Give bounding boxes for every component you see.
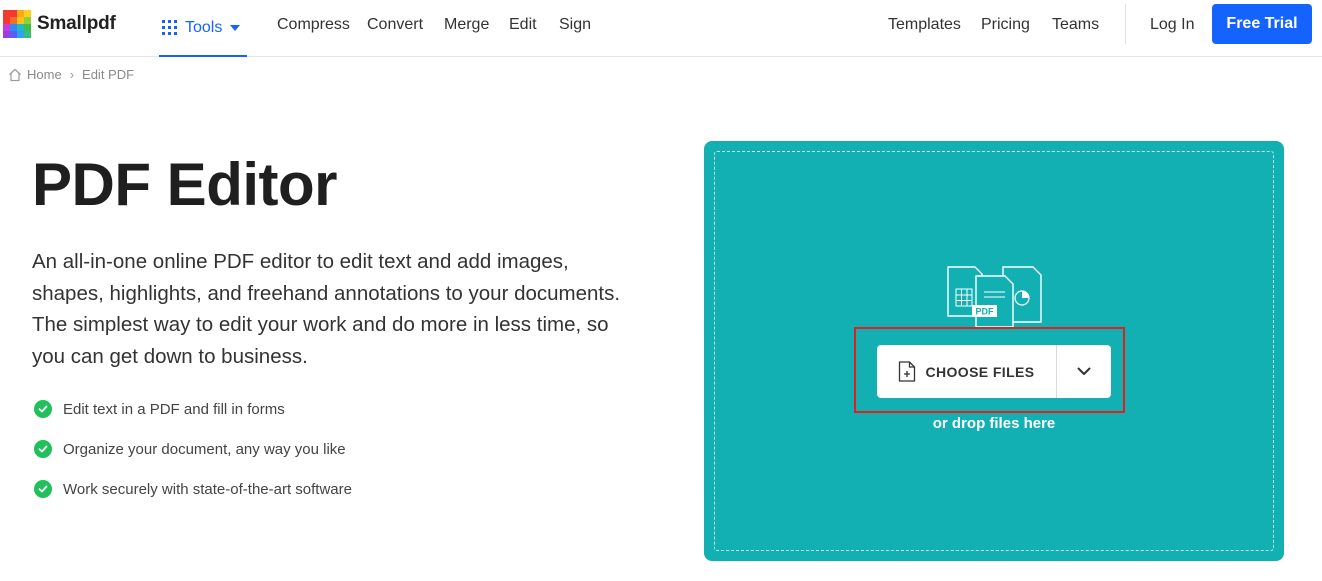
nav-edit[interactable]: Edit: [509, 16, 537, 34]
feature-item: Work securely with state-of-the-art soft…: [34, 479, 352, 499]
choose-files-control: CHOOSE FILES: [877, 345, 1111, 398]
caret-down-icon: [230, 24, 241, 31]
nav-compress[interactable]: Compress: [277, 16, 350, 34]
breadcrumb-home[interactable]: Home: [27, 67, 62, 82]
grid-icon: [162, 20, 177, 35]
smallpdf-logo[interactable]: Smallpdf: [3, 10, 116, 38]
home-icon: [9, 68, 21, 81]
drop-files-hint: or drop files here: [932, 415, 1056, 432]
check-circle-icon: [34, 480, 52, 498]
page-title: PDF Editor: [32, 151, 338, 218]
nav-teams[interactable]: Teams: [1052, 16, 1099, 34]
choose-files-label: CHOOSE FILES: [925, 363, 1035, 380]
file-plus-icon: [899, 361, 916, 382]
breadcrumb-current[interactable]: Edit PDF: [82, 67, 134, 82]
nav-merge[interactable]: Merge: [444, 16, 489, 34]
feature-text: Edit text in a PDF and fill in forms: [63, 400, 285, 418]
page-description: An all-in-one online PDF editor to edit …: [32, 250, 621, 368]
tools-label: Tools: [185, 18, 223, 36]
tools-menu-button[interactable]: Tools: [159, 0, 247, 57]
feature-item: Organize your document, any way you like: [34, 439, 352, 459]
free-trial-button[interactable]: Free Trial: [1212, 4, 1312, 44]
logo-text: Smallpdf: [37, 13, 116, 34]
check-circle-icon: [34, 440, 52, 458]
feature-item: Edit text in a PDF and fill in forms: [34, 399, 352, 419]
breadcrumb-separator: ›: [69, 67, 75, 82]
files-illustration-icon: PDF: [947, 266, 1042, 328]
choose-files-dropdown[interactable]: [1057, 345, 1111, 398]
nav-pricing[interactable]: Pricing: [981, 16, 1030, 34]
feature-list: Edit text in a PDF and fill in forms Org…: [34, 399, 352, 519]
nav-convert[interactable]: Convert: [367, 16, 423, 34]
login-link[interactable]: Log In: [1150, 16, 1194, 34]
pdf-label: PDF: [976, 307, 995, 317]
nav-sign[interactable]: Sign: [559, 16, 591, 34]
check-circle-icon: [34, 400, 52, 418]
smallpdf-logo-icon: [3, 10, 31, 38]
choose-files-button[interactable]: CHOOSE FILES: [877, 345, 1057, 398]
breadcrumb: Home › Edit PDF: [8, 67, 134, 82]
feature-text: Work securely with state-of-the-art soft…: [63, 480, 352, 498]
top-navbar: Smallpdf Tools Compress Convert Merge Ed…: [0, 0, 1322, 57]
nav-templates[interactable]: Templates: [888, 16, 961, 34]
nav-divider: [1125, 4, 1126, 44]
feature-text: Organize your document, any way you like: [63, 440, 346, 458]
chevron-down-icon: [1077, 367, 1091, 375]
